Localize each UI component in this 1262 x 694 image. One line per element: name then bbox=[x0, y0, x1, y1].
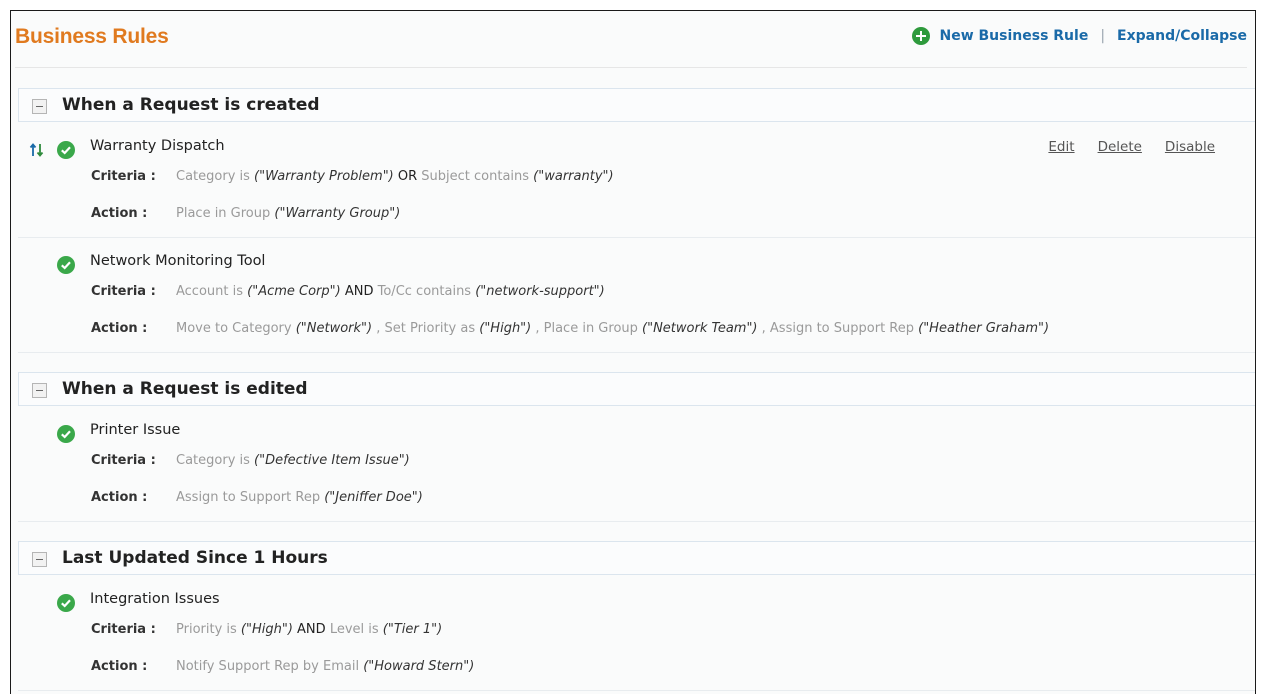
rule-name: Warranty Dispatch bbox=[90, 138, 225, 154]
condition-field: Priority is bbox=[176, 622, 241, 637]
condition-field: Level is bbox=[329, 622, 383, 637]
minus-box-icon[interactable] bbox=[32, 99, 47, 114]
rule-printer-issue: Printer Issue Criteria : Category is ("De… bbox=[18, 415, 1255, 522]
reorder-arrows-icon[interactable] bbox=[29, 142, 45, 158]
criteria-line: Criteria : Account is ("Acme Corp") AND T… bbox=[91, 284, 605, 299]
condition-field: To/Cc contains bbox=[377, 284, 476, 299]
condition-field: Move to Category bbox=[176, 321, 296, 336]
condition-field: Category is bbox=[176, 169, 255, 184]
header-separator: | bbox=[1100, 28, 1106, 44]
condition-field: , Set Priority as bbox=[372, 321, 480, 336]
section-header-request-edited: When a Request is edited bbox=[18, 372, 1255, 406]
condition-value: ("Network Team") bbox=[642, 321, 758, 336]
rule-name: Printer Issue bbox=[90, 422, 181, 438]
condition-field: Assign to Support Rep bbox=[176, 490, 325, 505]
condition-field: Category is bbox=[176, 453, 255, 468]
condition-value: ("Defective Item Issue") bbox=[254, 453, 410, 468]
condition-value: ("Warranty Problem") bbox=[254, 169, 394, 184]
condition-field: Account is bbox=[176, 284, 248, 299]
condition-field: Subject contains bbox=[421, 169, 534, 184]
section-header-last-updated: Last Updated Since 1 Hours bbox=[18, 541, 1255, 575]
section-title: Last Updated Since 1 Hours bbox=[62, 548, 328, 568]
action-label: Action : bbox=[91, 206, 148, 221]
condition-value: ("Howard Stern") bbox=[363, 659, 475, 674]
minus-box-icon[interactable] bbox=[32, 552, 47, 567]
condition-value: ("network-support") bbox=[475, 284, 605, 299]
rule-integration-issues: Integration Issues Criteria : Priority is… bbox=[18, 584, 1255, 691]
condition-value: ("warranty") bbox=[533, 169, 614, 184]
check-circle-icon bbox=[57, 141, 75, 159]
logical-operator: AND bbox=[340, 284, 378, 299]
new-business-rule-link[interactable]: New Business Rule bbox=[939, 28, 1088, 44]
minus-box-icon[interactable] bbox=[32, 383, 47, 398]
criteria-label: Criteria : bbox=[91, 453, 156, 468]
action-label: Action : bbox=[91, 659, 148, 674]
condition-field: , Place in Group bbox=[531, 321, 643, 336]
action-line: Action : Move to Category ("Network") , S… bbox=[91, 321, 1049, 336]
condition-field: Place in Group bbox=[176, 206, 275, 221]
section-header-request-created: When a Request is created bbox=[18, 88, 1255, 122]
criteria-label: Criteria : bbox=[91, 622, 156, 637]
criteria-label: Criteria : bbox=[91, 169, 156, 184]
rule-network-monitoring-tool: Network Monitoring Tool Criteria : Accoun… bbox=[18, 246, 1255, 353]
expand-collapse-link[interactable]: Expand/Collapse bbox=[1117, 28, 1247, 44]
condition-field: Notify Support Rep by Email bbox=[176, 659, 364, 674]
condition-value: ("Warranty Group") bbox=[274, 206, 401, 221]
rule-name: Integration Issues bbox=[90, 591, 220, 607]
header-actions: New Business Rule | Expand/Collapse bbox=[912, 27, 1247, 45]
section-title: When a Request is created bbox=[62, 95, 320, 115]
condition-value: ("High") bbox=[240, 622, 293, 637]
check-circle-icon bbox=[57, 425, 75, 443]
check-circle-icon bbox=[57, 256, 75, 274]
logical-operator: OR bbox=[393, 169, 422, 184]
disable-link[interactable]: Disable bbox=[1165, 139, 1215, 155]
criteria-line: Criteria : Category is ("Defective Item I… bbox=[91, 453, 410, 468]
logical-operator: AND bbox=[292, 622, 330, 637]
page-header: Business Rules New Business Rule | Expan… bbox=[15, 25, 1247, 68]
rule-actions: Edit Delete Disable bbox=[1048, 139, 1215, 155]
plus-circle-icon[interactable] bbox=[912, 27, 931, 45]
check-circle-icon bbox=[57, 594, 75, 612]
condition-value: ("Jeniffer Doe") bbox=[324, 490, 423, 505]
action-label: Action : bbox=[91, 321, 148, 336]
page-title: Business Rules bbox=[15, 25, 169, 48]
condition-value: ("Tier 1") bbox=[382, 622, 443, 637]
action-line: Action : Assign to Support Rep ("Jeniffer… bbox=[91, 490, 423, 505]
rule-name: Network Monitoring Tool bbox=[90, 253, 266, 269]
criteria-line: Criteria : Category is ("Warranty Problem… bbox=[91, 169, 614, 184]
business-rules-panel: Business Rules New Business Rule | Expan… bbox=[10, 10, 1256, 694]
condition-value: ("Acme Corp") bbox=[247, 284, 341, 299]
delete-link[interactable]: Delete bbox=[1098, 139, 1142, 155]
section-title: When a Request is edited bbox=[62, 379, 308, 399]
condition-value: ("Network") bbox=[295, 321, 373, 336]
condition-value: ("High") bbox=[479, 321, 532, 336]
criteria-label: Criteria : bbox=[91, 284, 156, 299]
action-line: Action : Notify Support Rep by Email ("Ho… bbox=[91, 659, 474, 674]
action-label: Action : bbox=[91, 490, 148, 505]
rule-warranty-dispatch: Warranty Dispatch Edit Delete Disable Cr… bbox=[18, 131, 1255, 238]
condition-value: ("Heather Graham") bbox=[918, 321, 1050, 336]
criteria-line: Criteria : Priority is ("High") AND Level… bbox=[91, 622, 442, 637]
condition-field: , Assign to Support Rep bbox=[757, 321, 919, 336]
action-line: Action : Place in Group ("Warranty Group"… bbox=[91, 206, 400, 221]
edit-link[interactable]: Edit bbox=[1048, 139, 1074, 155]
